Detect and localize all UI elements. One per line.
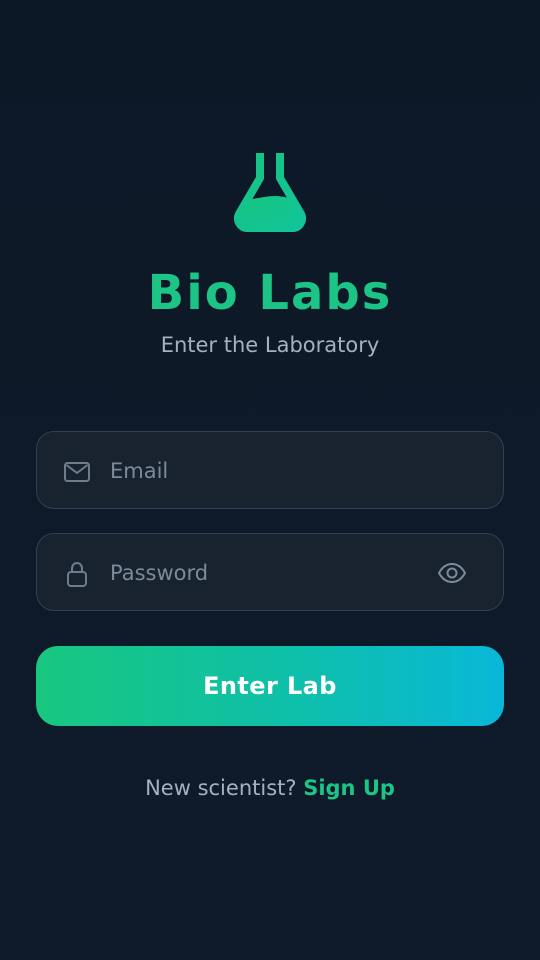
password-placeholder: Password — [110, 561, 209, 585]
app-subtitle: Enter the Laboratory — [160, 333, 380, 357]
login-screen: Bio Labs Enter the Laboratory Email Pass… — [0, 0, 540, 960]
email-field[interactable]: Email — [36, 431, 504, 509]
email-placeholder: Email — [110, 459, 169, 483]
sign-up-link[interactable]: Sign Up — [303, 776, 395, 800]
eye-icon[interactable] — [437, 559, 467, 587]
flask-icon — [234, 144, 306, 232]
signup-prompt: New scientist? — [145, 776, 297, 800]
enter-lab-button[interactable]: Enter Lab — [36, 646, 504, 726]
app-title: Bio Labs — [147, 265, 393, 321]
lock-icon — [67, 561, 87, 587]
password-field[interactable]: Password — [36, 533, 504, 611]
signup-row: New scientist? Sign Up — [0, 773, 540, 803]
mail-icon — [64, 462, 90, 482]
